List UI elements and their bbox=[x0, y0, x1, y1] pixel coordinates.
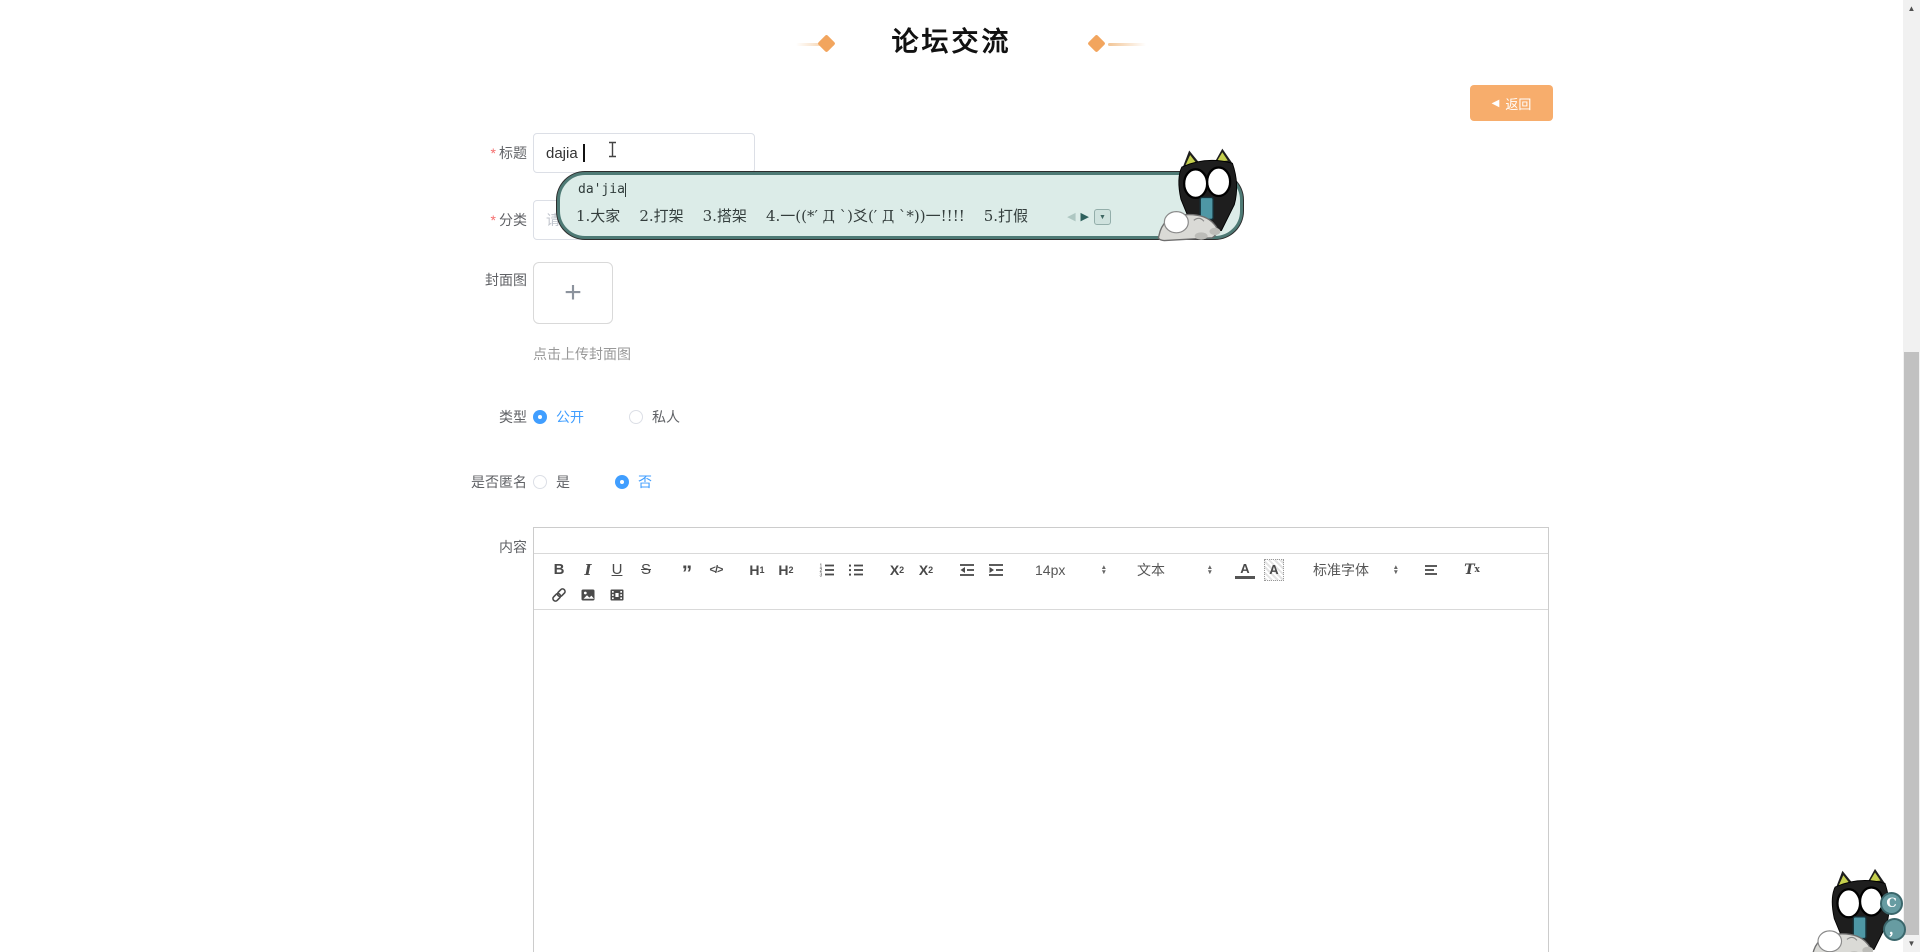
blockquote-button[interactable]: ” bbox=[677, 559, 697, 584]
editor-toolbar: B I U S ” </> H1 H2 123 X2 X2 14px ▲ ▼ 文… bbox=[534, 554, 1548, 610]
ime-candidate[interactable]: 4.一((*′ Д `)爻(′ Д `*))一!!!! bbox=[766, 205, 965, 226]
scrollbar-thumb[interactable] bbox=[1904, 352, 1919, 935]
required-mark: * bbox=[490, 212, 496, 228]
category-field-label: * 分类 bbox=[490, 212, 527, 228]
subscript-button[interactable]: X2 bbox=[887, 559, 907, 581]
video-button[interactable] bbox=[607, 584, 627, 606]
title-field-label: * 标题 bbox=[490, 145, 527, 161]
ime-candidate[interactable]: 3.搭架 bbox=[703, 205, 747, 226]
ibeam-cursor-icon bbox=[609, 141, 616, 158]
chevron-down-icon: ▼ bbox=[1099, 213, 1106, 221]
radio-anonymous-no-label[interactable]: 否 bbox=[638, 472, 652, 492]
cover-field-label: 封面图 bbox=[485, 272, 527, 288]
ime-dropdown-button[interactable]: ▼ bbox=[1094, 209, 1111, 225]
outdent-button[interactable] bbox=[957, 559, 977, 581]
radio-anonymous-yes[interactable] bbox=[533, 475, 547, 489]
radio-public-label[interactable]: 公开 bbox=[556, 407, 584, 427]
radio-anonymous-no[interactable] bbox=[615, 475, 629, 489]
text-color-button[interactable]: A bbox=[1235, 561, 1255, 579]
ime-pinyin: da'jia bbox=[578, 182, 627, 197]
ime-candidate-popup: da'jia 1.大家 2.打架 3.搭架 4.一((*′ Д `)爻(′ Д … bbox=[557, 172, 1243, 239]
ime-candidate-list: 1.大家 2.打架 3.搭架 4.一((*′ Д `)爻(′ Д `*))一!!… bbox=[576, 205, 1028, 226]
ime-next-page-icon[interactable]: ▶ bbox=[1081, 211, 1089, 223]
scrollbar: ▲ ▼ bbox=[1903, 0, 1920, 952]
scrollbar-down-icon[interactable]: ▼ bbox=[1903, 935, 1920, 952]
unordered-list-button[interactable] bbox=[846, 559, 866, 581]
indent-button[interactable] bbox=[986, 559, 1006, 581]
underline-button[interactable]: U bbox=[607, 559, 627, 581]
font-family-dropdown[interactable]: 标准字体 ▲ ▼ bbox=[1313, 560, 1399, 580]
heading2-button[interactable]: H2 bbox=[776, 559, 796, 581]
scrollbar-up-icon[interactable]: ▲ bbox=[1903, 0, 1920, 17]
rich-text-editor: B I U S ” </> H1 H2 123 X2 X2 14px ▲ ▼ 文… bbox=[533, 527, 1549, 952]
updown-arrows-icon: ▲ ▼ bbox=[1392, 563, 1399, 576]
text-caret bbox=[583, 144, 585, 162]
ime-prev-page-icon[interactable]: ◀ bbox=[1067, 211, 1075, 223]
type-radio-group: 公开 私人 bbox=[533, 397, 680, 437]
svg-text:3: 3 bbox=[820, 572, 823, 578]
format-dropdown[interactable]: 文本 ▲ ▼ bbox=[1137, 560, 1213, 580]
bold-button[interactable]: B bbox=[549, 559, 569, 581]
updown-arrows-icon: ▲ ▼ bbox=[1100, 563, 1107, 576]
editor-top-strip bbox=[534, 528, 1548, 554]
superscript-button[interactable]: X2 bbox=[916, 559, 936, 581]
title-input[interactable] bbox=[533, 133, 755, 173]
heading1-button[interactable]: H1 bbox=[747, 559, 767, 581]
bg-color-button[interactable]: A bbox=[1264, 558, 1284, 581]
italic-button[interactable]: I bbox=[578, 559, 598, 581]
title-decor-line-right bbox=[1108, 43, 1146, 46]
anonymous-radio-group: 是 否 bbox=[533, 462, 652, 502]
page-title: 论坛交流 bbox=[891, 27, 1012, 57]
ime-candidate[interactable]: 5.打假 bbox=[984, 205, 1028, 226]
ordered-list-button[interactable]: 123 bbox=[817, 559, 837, 581]
clear-format-button[interactable]: Tx bbox=[1462, 559, 1482, 581]
back-button-label: 返回 bbox=[1505, 96, 1532, 112]
align-dropdown[interactable] bbox=[1421, 559, 1441, 581]
back-button[interactable]: ◀ 返回 bbox=[1470, 85, 1553, 121]
radio-private-label[interactable]: 私人 bbox=[652, 407, 680, 427]
content-field-label: 内容 bbox=[499, 539, 527, 555]
ime-candidate[interactable]: 2.打架 bbox=[639, 205, 683, 226]
image-button[interactable] bbox=[578, 584, 598, 606]
radio-private[interactable] bbox=[629, 410, 643, 424]
font-size-dropdown[interactable]: 14px ▲ ▼ bbox=[1035, 562, 1107, 578]
required-mark: * bbox=[490, 145, 496, 161]
cover-upload-button[interactable]: + bbox=[533, 262, 613, 324]
cover-upload-hint: 点击上传封面图 bbox=[533, 346, 631, 362]
ime-cat-mascot bbox=[1157, 147, 1249, 245]
ime-caret bbox=[624, 182, 627, 197]
editor-content-area[interactable] bbox=[534, 610, 1548, 952]
link-button[interactable] bbox=[549, 584, 569, 606]
radio-anonymous-yes-label[interactable]: 是 bbox=[556, 472, 570, 492]
type-field-label: 类型 bbox=[499, 409, 527, 425]
ime-punctuation-button[interactable]: ， bbox=[1883, 918, 1906, 941]
ime-candidate[interactable]: 1.大家 bbox=[576, 205, 620, 226]
anonymous-field-label: 是否匿名 bbox=[471, 474, 527, 490]
code-button[interactable]: </> bbox=[706, 559, 726, 581]
radio-public[interactable] bbox=[533, 410, 547, 424]
plus-icon: + bbox=[564, 276, 582, 309]
ime-mode-button[interactable]: C bbox=[1880, 892, 1903, 915]
strikethrough-button[interactable]: S bbox=[636, 559, 656, 581]
updown-arrows-icon: ▲ ▼ bbox=[1206, 563, 1213, 576]
back-arrow-icon: ◀ bbox=[1491, 97, 1500, 109]
